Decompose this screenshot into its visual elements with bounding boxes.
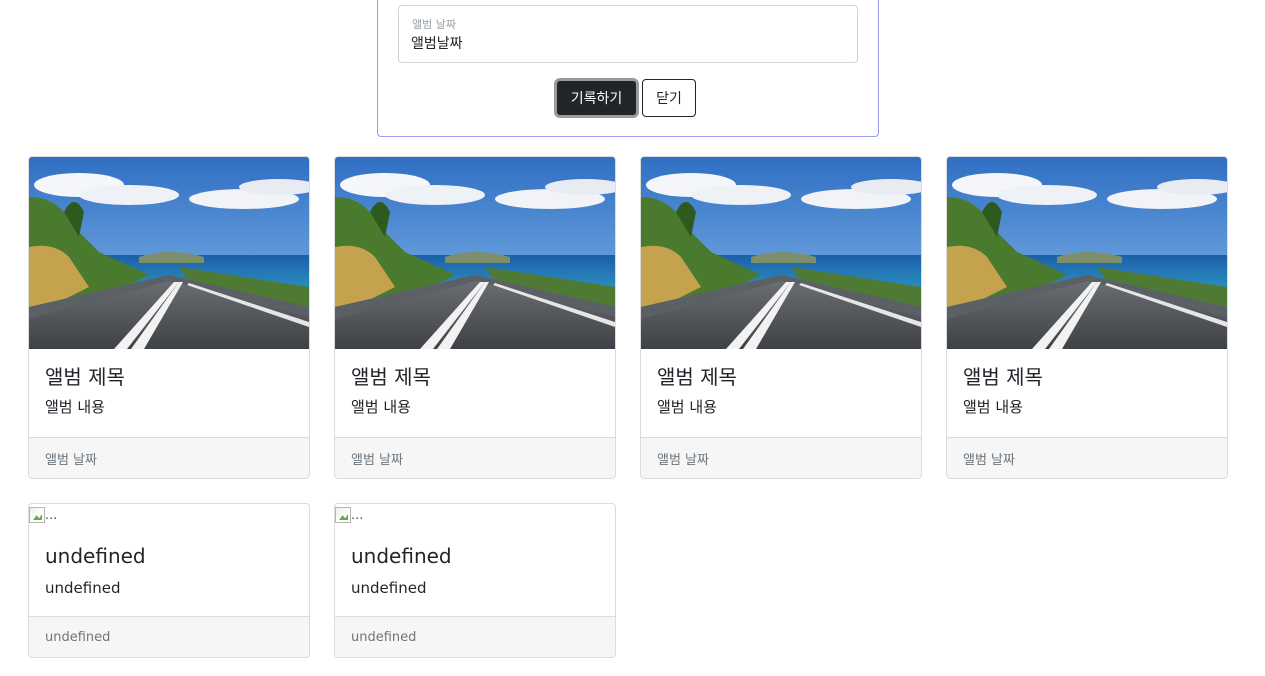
album-text: undefined xyxy=(45,579,121,597)
record-button[interactable]: 기록하기 xyxy=(554,78,639,118)
album-text: undefined xyxy=(351,579,427,597)
album-text: 앨범 내용 xyxy=(351,398,411,416)
album-date-field[interactable]: 앨범 날짜 xyxy=(398,5,858,63)
album-footer: 앨범 날짜 xyxy=(335,437,615,478)
album-date: undefined xyxy=(45,629,111,645)
album-footer: 앨범 날짜 xyxy=(29,437,309,478)
album-date: 앨범 날짜 xyxy=(657,452,709,468)
image-alt-text: ... xyxy=(45,507,58,523)
album-date: 앨범 날짜 xyxy=(45,452,97,468)
album-title: 앨범 제목 xyxy=(657,365,737,389)
album-footer: 앨범 날짜 xyxy=(641,437,921,478)
broken-image-icon xyxy=(29,507,45,523)
broken-image: ... xyxy=(335,504,363,526)
broken-image-icon xyxy=(335,507,351,523)
image-alt-text: ... xyxy=(351,507,364,523)
album-text: 앨범 내용 xyxy=(45,398,105,416)
broken-image: ... xyxy=(29,504,57,526)
album-date: 앨범 날짜 xyxy=(963,452,1015,468)
album-text: 앨범 내용 xyxy=(657,398,717,416)
album-form-panel: 앨범 날짜 기록하기 닫기 xyxy=(377,0,879,137)
album-card[interactable]: ... undefined undefined undefined xyxy=(28,503,310,658)
album-card[interactable]: ... undefined undefined undefined xyxy=(334,503,616,658)
album-footer: 앨범 날짜 xyxy=(947,437,1227,478)
album-card[interactable]: 앨범 제목 앨범 내용 앨범 날짜 xyxy=(640,156,922,479)
album-card[interactable]: 앨범 제목 앨범 내용 앨범 날짜 xyxy=(334,156,616,479)
album-footer: undefined xyxy=(29,616,309,657)
album-title: 앨범 제목 xyxy=(963,365,1043,389)
album-title: 앨범 제목 xyxy=(45,365,125,389)
album-card[interactable]: 앨범 제목 앨범 내용 앨범 날짜 xyxy=(28,156,310,479)
album-footer: undefined xyxy=(335,616,615,657)
album-date-label: 앨범 날짜 xyxy=(412,18,456,31)
album-title: 앨범 제목 xyxy=(351,365,431,389)
album-image xyxy=(29,157,309,349)
album-title: undefined xyxy=(351,544,452,568)
album-image xyxy=(641,157,921,349)
album-date: undefined xyxy=(351,629,417,645)
album-card[interactable]: 앨범 제목 앨범 내용 앨범 날짜 xyxy=(946,156,1228,479)
album-image xyxy=(947,157,1227,349)
album-title: undefined xyxy=(45,544,146,568)
album-text: 앨범 내용 xyxy=(963,398,1023,416)
album-image xyxy=(335,157,615,349)
album-date-input[interactable] xyxy=(411,32,841,54)
close-button[interactable]: 닫기 xyxy=(642,79,696,117)
album-date: 앨범 날짜 xyxy=(351,452,403,468)
